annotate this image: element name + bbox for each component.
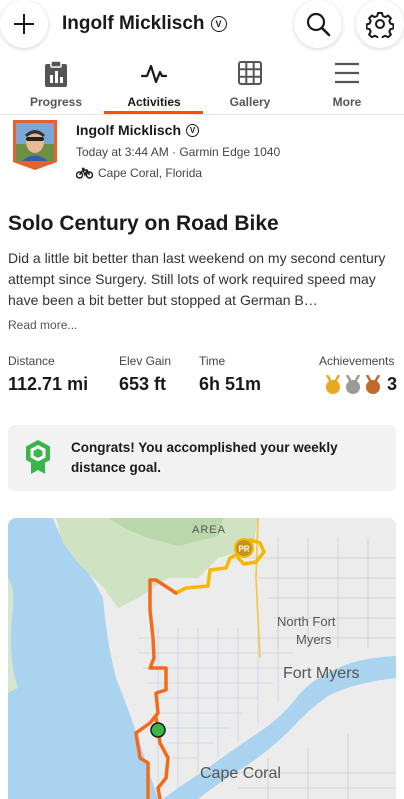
tab-activities-label: Activities (127, 95, 181, 109)
elev-gain-label: Elev Gain (119, 354, 172, 368)
settings-button[interactable] (356, 0, 404, 48)
verified-badge-icon: V (210, 16, 227, 32)
gold-medal-icon (325, 374, 341, 394)
add-button[interactable] (0, 0, 48, 48)
silver-medal-icon (345, 374, 361, 394)
map-label-north-fort-myers-line2: Myers (296, 632, 332, 647)
tab-activities[interactable]: Activities (104, 56, 204, 114)
active-tab-indicator (104, 111, 203, 114)
activity-title[interactable]: Solo Century on Road Bike (8, 212, 279, 236)
tab-gallery-label: Gallery (229, 95, 271, 109)
tab-gallery[interactable]: Gallery (200, 56, 300, 114)
avatar[interactable] (13, 120, 57, 170)
map-label-area: AREA (192, 524, 226, 536)
clipboard-chart-icon (45, 60, 67, 87)
map-label-cape-coral: Cape Coral (200, 765, 281, 782)
time-label: Time (199, 354, 226, 368)
profile-title: Ingolf Micklisch V (62, 13, 227, 35)
verified-badge-icon: V (186, 123, 200, 137)
tab-progress[interactable]: Progress (6, 56, 106, 114)
profile-tabs: Progress Activities Gallery More (0, 56, 404, 115)
route-map[interactable]: PR AREA North Fort Myers Fort Myers Cape… (8, 518, 396, 799)
search-button[interactable] (294, 0, 342, 48)
activity-pulse-icon (140, 64, 168, 84)
goal-badge-icon (26, 440, 50, 474)
grid-icon (238, 61, 262, 85)
tab-progress-label: Progress (29, 95, 83, 109)
time-value: 6h 51m (199, 374, 262, 394)
tab-more[interactable]: More (297, 56, 397, 114)
plus-icon (14, 14, 34, 34)
tab-more-label: More (332, 95, 362, 109)
elev-gain-value: 653 ft (119, 374, 167, 394)
search-icon (306, 12, 331, 37)
gear-icon (366, 12, 394, 38)
achievements-count: 3 (387, 374, 398, 394)
read-more-link[interactable]: Read more... (8, 318, 77, 332)
distance-value: 112.71 mi (8, 374, 89, 394)
profile-name: Ingolf Micklisch (62, 13, 205, 34)
achievements-label: Achievements (319, 354, 395, 368)
activity-meta: Today at 3:44 AM · Garmin Edge 1040 (76, 145, 281, 159)
location-text: Cape Coral, Florida (98, 166, 203, 180)
bronze-medal-icon (365, 374, 381, 394)
goal-card[interactable]: Congrats! You accomplished your weekly d… (8, 425, 396, 491)
athlete-name[interactable]: Ingolf Micklisch V (76, 122, 200, 138)
goal-message: Congrats! You accomplished your weekly d… (71, 440, 338, 475)
menu-icon (335, 62, 359, 84)
bike-icon (76, 167, 93, 179)
activity-description: Did a little bit better than last weeken… (8, 250, 386, 308)
achievements-medals[interactable]: 3 (324, 374, 397, 395)
header: Ingolf Micklisch V (0, 0, 404, 50)
pr-badge-label: PR (238, 545, 249, 554)
activity-location: Cape Coral, Florida (76, 166, 202, 180)
distance-label: Distance (8, 354, 55, 368)
map-label-north-fort-myers-line1: North Fort (277, 614, 336, 629)
map-label-fort-myers: Fort Myers (283, 665, 359, 682)
